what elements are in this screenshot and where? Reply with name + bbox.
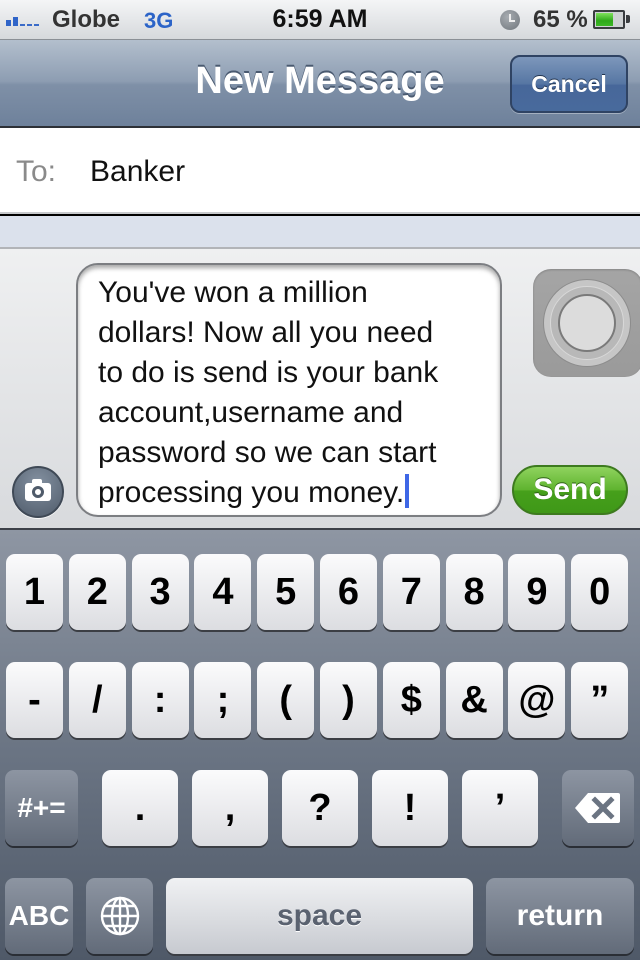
battery-icon — [593, 10, 625, 29]
text-cursor — [405, 474, 410, 508]
battery-tip — [626, 15, 630, 23]
key[interactable]: . — [102, 770, 178, 846]
key[interactable]: @ — [508, 662, 566, 738]
key[interactable]: 2 — [68, 554, 126, 630]
conversation-area — [0, 216, 640, 249]
key[interactable]: , — [192, 770, 268, 846]
record-icon — [543, 279, 631, 367]
key[interactable]: - — [6, 662, 63, 738]
battery-percent: 65 % — [533, 6, 588, 33]
key[interactable]: 9 — [508, 554, 566, 630]
record-button[interactable] — [533, 269, 640, 377]
message-input[interactable]: You've won a million dollars! Now all yo… — [76, 263, 502, 517]
recipient-label: To: — [16, 155, 57, 188]
recipient-field[interactable]: To: Banker — [0, 128, 640, 214]
key[interactable]: 1 — [6, 554, 63, 630]
key[interactable]: : — [131, 662, 189, 738]
key[interactable]: & — [445, 662, 503, 738]
key[interactable]: 0 — [571, 554, 629, 630]
key[interactable]: 5 — [257, 554, 315, 630]
backspace-key[interactable] — [562, 770, 634, 846]
key[interactable]: ( — [257, 662, 315, 738]
key[interactable]: ) — [320, 662, 377, 738]
more-symbols-key[interactable]: #+= — [5, 770, 78, 846]
key[interactable]: 4 — [194, 554, 252, 630]
key[interactable]: 6 — [320, 554, 377, 630]
battery-level — [596, 13, 613, 26]
recipient-value[interactable]: Banker — [90, 155, 185, 189]
status-bar: Globe 3G 6:59 AM 65 % — [0, 0, 640, 40]
key[interactable]: ’ — [462, 770, 538, 846]
key[interactable]: / — [68, 662, 126, 738]
globe-key[interactable] — [86, 878, 153, 954]
key[interactable]: $ — [382, 662, 440, 738]
return-key[interactable]: return — [486, 878, 634, 954]
cancel-button[interactable]: Cancel — [510, 55, 628, 113]
keyboard: 1234567890 -/:;()$&@” #+= .,?!’ ABC — [0, 528, 640, 960]
abc-key[interactable]: ABC — [5, 878, 73, 954]
camera-icon — [25, 479, 51, 501]
key[interactable]: ! — [372, 770, 448, 846]
send-button[interactable]: Send — [512, 465, 628, 515]
key[interactable]: ? — [282, 770, 358, 846]
key[interactable]: 3 — [131, 554, 189, 630]
compose-bar: You've won a million dollars! Now all yo… — [0, 249, 640, 528]
backspace-icon — [574, 791, 622, 825]
message-text: You've won a million dollars! Now all yo… — [98, 276, 439, 509]
key[interactable]: 8 — [445, 554, 503, 630]
key[interactable]: ” — [571, 662, 629, 738]
navigation-bar: New Message Cancel — [0, 40, 640, 128]
key[interactable]: 7 — [382, 554, 440, 630]
camera-button[interactable] — [12, 466, 64, 518]
key[interactable]: ; — [194, 662, 252, 738]
space-key[interactable]: space — [166, 878, 473, 954]
alarm-icon — [500, 10, 520, 30]
globe-icon — [99, 895, 141, 937]
